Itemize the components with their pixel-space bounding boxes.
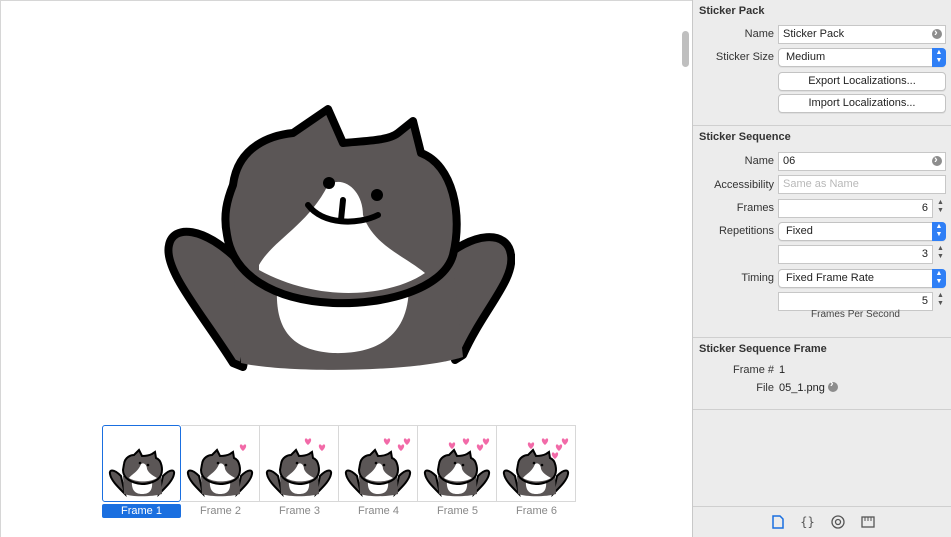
frame-thumbnail-image — [344, 437, 412, 497]
frames-field[interactable]: 6 — [778, 199, 933, 218]
frame-label: Frame 5 — [437, 505, 478, 517]
frame-cell[interactable]: Frame 6 — [497, 425, 576, 518]
heart-icon — [527, 441, 535, 449]
field-value: 06 — [783, 155, 796, 167]
braces-icon[interactable]: {} — [800, 514, 816, 530]
section-title: Sticker Pack — [699, 5, 765, 17]
vertical-scrollbar[interactable] — [682, 31, 689, 67]
name-label: Name — [744, 155, 774, 167]
heart-icon — [561, 437, 569, 445]
frame-thumbnail-image — [423, 437, 491, 497]
frame-number-label: Frame # — [733, 364, 774, 376]
heart-icon — [476, 443, 484, 451]
frame-cell[interactable]: Frame 2 — [181, 425, 260, 518]
repetitions-count-field[interactable]: 3 — [778, 245, 933, 264]
frame-cell[interactable]: Frame 5 — [418, 425, 497, 518]
heart-icon — [551, 451, 559, 459]
sticker-sequence-section: Sticker Sequence Name 06 Accessibility S… — [693, 126, 951, 338]
sticker-canvas: Frame 1 Frame 2 Frame 3 Frame 4 Frame 5 Frame… — [0, 0, 692, 537]
accessibility-field[interactable]: Same as Name — [778, 175, 946, 194]
frame-thumb[interactable] — [102, 425, 181, 502]
timing-label: Timing — [741, 272, 774, 284]
heart-icon — [448, 441, 456, 449]
frames-strip: Frame 1 Frame 2 Frame 3 Frame 4 Frame 5 Frame… — [102, 425, 576, 518]
frame-label: Frame 1 — [102, 504, 181, 518]
import-localizations-button[interactable]: Import Localizations... — [778, 94, 946, 113]
popup-value: Fixed — [786, 225, 813, 237]
frame-number-value: 1 — [779, 364, 786, 376]
heart-icon — [239, 443, 247, 451]
ruler-icon[interactable] — [860, 514, 876, 530]
frame-label: Frame 4 — [358, 505, 399, 517]
heart-icon — [482, 437, 490, 445]
updown-arrows-icon: ▲ ▼ — [932, 222, 946, 241]
updown-arrows-icon: ▲ ▼ — [932, 48, 946, 67]
sticker-preview-image — [164, 105, 515, 371]
inspector-tab-bar: {} — [693, 506, 951, 537]
section-title: Sticker Sequence — [699, 131, 791, 143]
frame-thumb[interactable] — [418, 425, 497, 502]
file-icon[interactable] — [770, 514, 786, 530]
frame-cell[interactable]: Frame 3 — [260, 425, 339, 518]
export-localizations-button[interactable]: Export Localizations... — [778, 72, 946, 91]
accessibility-label: Accessibility — [714, 179, 774, 191]
frames-label: Frames — [736, 202, 774, 214]
frame-cell[interactable]: Frame 1 — [102, 425, 181, 518]
heart-icon — [555, 443, 563, 451]
sticker-pack-name-field[interactable]: Sticker Pack — [778, 25, 946, 44]
field-placeholder: Same as Name — [783, 178, 859, 190]
arrow-circle-icon[interactable] — [932, 153, 942, 169]
heart-icon — [318, 443, 326, 451]
fps-caption: Frames Per Second — [811, 309, 900, 320]
frame-thumbnail-image — [502, 437, 570, 497]
heart-icon — [304, 437, 312, 445]
heart-icon — [462, 437, 470, 445]
target-icon[interactable] — [830, 514, 846, 530]
cat-illustration — [164, 105, 515, 371]
frame-label: Frame 3 — [279, 505, 320, 517]
sticker-size-popup[interactable]: Medium ▲ ▼ — [778, 48, 946, 67]
heart-icon — [383, 437, 391, 445]
file-label: File — [756, 382, 774, 394]
frame-label: Frame 6 — [516, 505, 557, 517]
frame-thumb[interactable] — [181, 425, 260, 502]
sequence-name-field[interactable]: 06 — [778, 152, 946, 171]
fps-stepper[interactable]: ▲ ▼ — [935, 292, 946, 311]
field-value: Sticker Pack — [783, 28, 845, 40]
sticker-pack-section: Sticker Pack Name Sticker Pack Sticker S… — [693, 0, 951, 126]
frame-thumbnail-image — [186, 443, 254, 497]
repetitions-stepper[interactable]: ▲ ▼ — [935, 245, 946, 264]
frame-thumb[interactable] — [260, 425, 339, 502]
frame-label: Frame 2 — [200, 505, 241, 517]
frame-thumbnail-image — [265, 437, 333, 497]
repetitions-popup[interactable]: Fixed ▲ ▼ — [778, 222, 946, 241]
section-title: Sticker Sequence Frame — [699, 343, 827, 355]
popup-value: Fixed Frame Rate — [786, 272, 875, 284]
sticker-size-label: Sticker Size — [715, 51, 774, 63]
frame-thumb[interactable] — [339, 425, 418, 502]
frame-thumbnail-image — [108, 447, 175, 497]
updown-arrows-icon: ▲ ▼ — [932, 269, 946, 288]
frame-cell[interactable]: Frame 4 — [339, 425, 418, 518]
frames-stepper[interactable]: ▲ ▼ — [935, 199, 946, 218]
arrow-circle-icon[interactable] — [932, 26, 942, 42]
heart-icon — [397, 443, 405, 451]
heart-icon — [403, 437, 411, 445]
file-value: 05_1.png — [779, 378, 838, 394]
file-name: 05_1.png — [779, 382, 825, 394]
app-window: Frame 1 Frame 2 Frame 3 Frame 4 Frame 5 Frame… — [0, 0, 951, 537]
timing-popup[interactable]: Fixed Frame Rate ▲ ▼ — [778, 269, 946, 288]
go-arrow-icon[interactable] — [827, 378, 838, 392]
popup-value: Medium — [786, 51, 826, 63]
inspector-panel: Sticker Pack Name Sticker Pack Sticker S… — [692, 0, 951, 537]
repetitions-label: Repetitions — [718, 225, 774, 237]
frame-thumb[interactable] — [497, 425, 576, 502]
name-label: Name — [744, 28, 774, 40]
sticker-sequence-frame-section: Sticker Sequence Frame Frame # 1 File 05… — [693, 338, 951, 410]
heart-icon — [541, 437, 549, 445]
